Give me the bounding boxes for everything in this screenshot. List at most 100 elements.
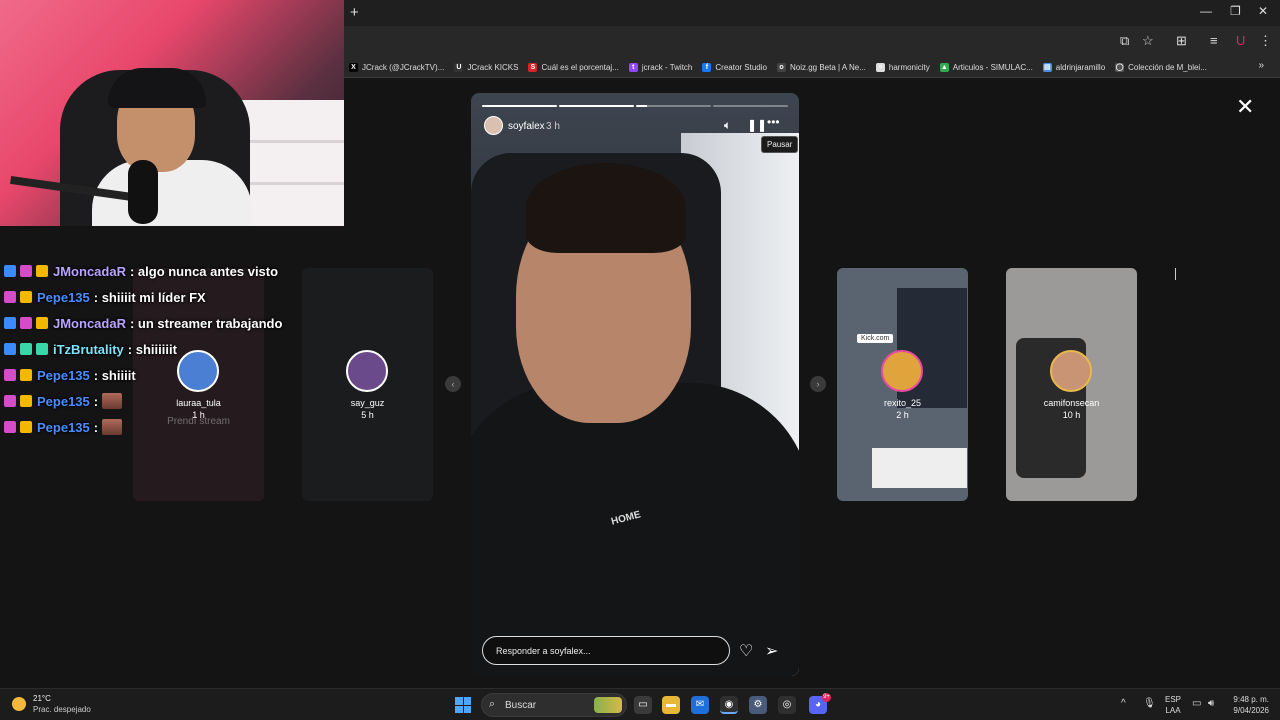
obs-icon[interactable]: ◎: [778, 696, 796, 714]
story-author-avatar[interactable]: [484, 116, 503, 135]
new-tab-button[interactable]: +: [350, 4, 359, 21]
chat-message: iTzBrutality: shiiiiiit: [0, 336, 300, 362]
bookmark-item[interactable]: U JCrack KICKS: [449, 57, 523, 78]
chat-emote: [102, 419, 123, 435]
taskbar-search[interactable]: ⌕ Buscar: [481, 693, 627, 717]
chat-username[interactable]: iTzBrutality: [53, 342, 124, 357]
bookmark-label: Articulos - SIMULAC...: [952, 63, 1033, 72]
chat-username[interactable]: JMoncadaR: [53, 264, 126, 279]
chrome-icon[interactable]: ◉: [720, 696, 738, 714]
chat-badge-icon: [36, 265, 48, 277]
more-options-icon[interactable]: •••: [767, 115, 780, 129]
story-card-rexito-25[interactable]: Kick.com rexito_25 2 h: [837, 268, 968, 501]
display-icon[interactable]: ▭: [1192, 698, 1201, 709]
chat-message: JMoncadaR: un streamer trabajando: [0, 310, 300, 336]
drive-icon: ▲: [939, 63, 949, 72]
prev-story-arrow-icon[interactable]: ‹: [445, 376, 461, 392]
page-icon: ▤: [1042, 63, 1052, 72]
bookmark-item[interactable]: X JCrack (@JCrackTV)...: [344, 57, 449, 78]
next-story-arrow-icon[interactable]: ›: [810, 376, 826, 392]
chat-username[interactable]: JMoncadaR: [53, 316, 126, 331]
close-stories-icon[interactable]: ✕: [1236, 94, 1254, 120]
story-progress-segment: [482, 105, 557, 107]
chat-badge-icon: [20, 343, 32, 355]
chat-emote: [102, 393, 123, 409]
speaker-icon[interactable]: 🔊︎: [1208, 698, 1214, 709]
story-person-hair: [526, 163, 686, 253]
story-card-say-guz[interactable]: say_guz 5 h: [302, 268, 433, 501]
clock-time: 9:48 p. m.: [1233, 695, 1269, 704]
search-highlight-image: [594, 697, 622, 713]
pause-icon[interactable]: ❚❚: [747, 118, 767, 132]
media-icon[interactable]: ≡: [1210, 33, 1218, 48]
chat-username[interactable]: Pepe135: [37, 368, 90, 383]
bookmark-label: Cuál es el porcentaj...: [541, 63, 619, 72]
story-avatar: [346, 350, 388, 392]
kick-tag: Kick.com: [857, 334, 894, 343]
chat-badge-icon: [36, 317, 48, 329]
screen: + — ❐ ✕ ⧉ ☆ ⊞ ≡ U ⋮ X JCrack (@JCrackTV).…: [0, 0, 1280, 720]
chat-badge-icon: [4, 265, 16, 277]
start-icon[interactable]: [455, 697, 471, 713]
chat-username[interactable]: Pepe135: [37, 420, 90, 435]
chat-badge-icon: [20, 395, 32, 407]
chat-badge-icon: [20, 369, 32, 381]
bookmark-item[interactable]: t jcrack - Twitch: [624, 57, 698, 78]
cast-icon[interactable]: ⧉: [1120, 33, 1129, 49]
discord-icon[interactable]: ◕ 9+: [809, 693, 831, 714]
bookmark-star-icon[interactable]: ☆: [1142, 33, 1154, 49]
reply-input[interactable]: Responder a soyfalex...: [482, 636, 730, 665]
more-bookmarks-icon[interactable]: »: [1258, 60, 1264, 71]
windows-taskbar: 21°C Prac. despejado ⌕ Buscar ▭ ▬ ✉ ◉ ⚙ …: [0, 688, 1280, 720]
restore-button[interactable]: ❐: [1230, 4, 1241, 18]
chat-badge-icon: [4, 395, 16, 407]
send-icon[interactable]: ➢: [765, 641, 778, 661]
bookmark-item[interactable]: S Cuál es el porcentaj...: [523, 57, 623, 78]
weather-icon[interactable]: [12, 697, 26, 711]
language-indicator[interactable]: ESP LAA: [1165, 694, 1181, 716]
profile-icon[interactable]: U: [1236, 33, 1245, 48]
system-clock[interactable]: 9:48 p. m. 9/04/2026: [1227, 694, 1269, 716]
like-heart-icon[interactable]: ♡: [739, 641, 753, 661]
menu-icon[interactable]: ⋮: [1259, 33, 1272, 49]
microphone-tray-icon[interactable]: 🎙︎: [1143, 698, 1156, 709]
chat-text: : shiiiit: [93, 367, 136, 383]
bookmark-label: JCrack KICKS: [467, 63, 519, 72]
chat-message: JMoncadaR: algo nunca antes visto: [0, 258, 300, 284]
streamer-cap: [108, 68, 206, 108]
bookmark-item[interactable]: ◯ Colección de M_blei...: [1110, 57, 1212, 78]
extensions-icon[interactable]: ⊞: [1176, 33, 1187, 49]
story-avatar: [1050, 350, 1092, 392]
bookmarks-bar: X JCrack (@JCrackTV)... U JCrack KICKS S Cuál…: [344, 56, 1280, 78]
chat-text: : un streamer trabajando: [129, 315, 283, 331]
browser-toolbar: ⧉ ☆ ⊞ ≡ U ⋮: [344, 26, 1280, 56]
chat-text: :: [93, 419, 99, 435]
chat-text: :: [93, 393, 99, 409]
file-explorer-icon[interactable]: ▬: [662, 696, 680, 714]
bookmark-item[interactable]: ▤ aldrinjaramillo: [1038, 57, 1110, 78]
minimize-button[interactable]: —: [1200, 4, 1212, 18]
s-icon: S: [528, 63, 538, 72]
keyboard-layout: LAA: [1165, 706, 1181, 715]
bookmark-label: Noiz.gg Beta | A Ne...: [789, 63, 866, 72]
bookmark-item[interactable]: f Creator Studio: [697, 57, 772, 78]
mail-icon[interactable]: ✉: [691, 696, 709, 714]
chat-badge-icon: [20, 291, 32, 303]
microphone: [128, 160, 158, 224]
story-card-camifonsecan[interactable]: camifonsecan 10 h: [1006, 268, 1137, 501]
story-avatar: [881, 350, 923, 392]
settings-gear-icon[interactable]: ⚙: [749, 696, 767, 714]
show-hidden-icons-chevron-icon[interactable]: ^: [1121, 698, 1126, 709]
weather-temp[interactable]: 21°C: [33, 694, 51, 703]
chat-username[interactable]: Pepe135: [37, 394, 90, 409]
bookmark-item[interactable]: ▲ Articulos - SIMULAC...: [935, 57, 1038, 78]
chat-username[interactable]: Pepe135: [37, 290, 90, 305]
bookmark-item[interactable]: ≡ harmonicity: [871, 57, 935, 78]
bookmark-item[interactable]: o Noiz.gg Beta | A Ne...: [772, 57, 871, 78]
close-window-button[interactable]: ✕: [1258, 4, 1268, 18]
weather-desc[interactable]: Prac. despejado: [33, 705, 91, 714]
volume-icon[interactable]: 🔈︎: [724, 118, 731, 133]
story-author-name[interactable]: soyfalex: [508, 121, 545, 132]
task-view-icon[interactable]: ▭: [634, 696, 652, 714]
story-time: 5 h: [361, 410, 374, 420]
